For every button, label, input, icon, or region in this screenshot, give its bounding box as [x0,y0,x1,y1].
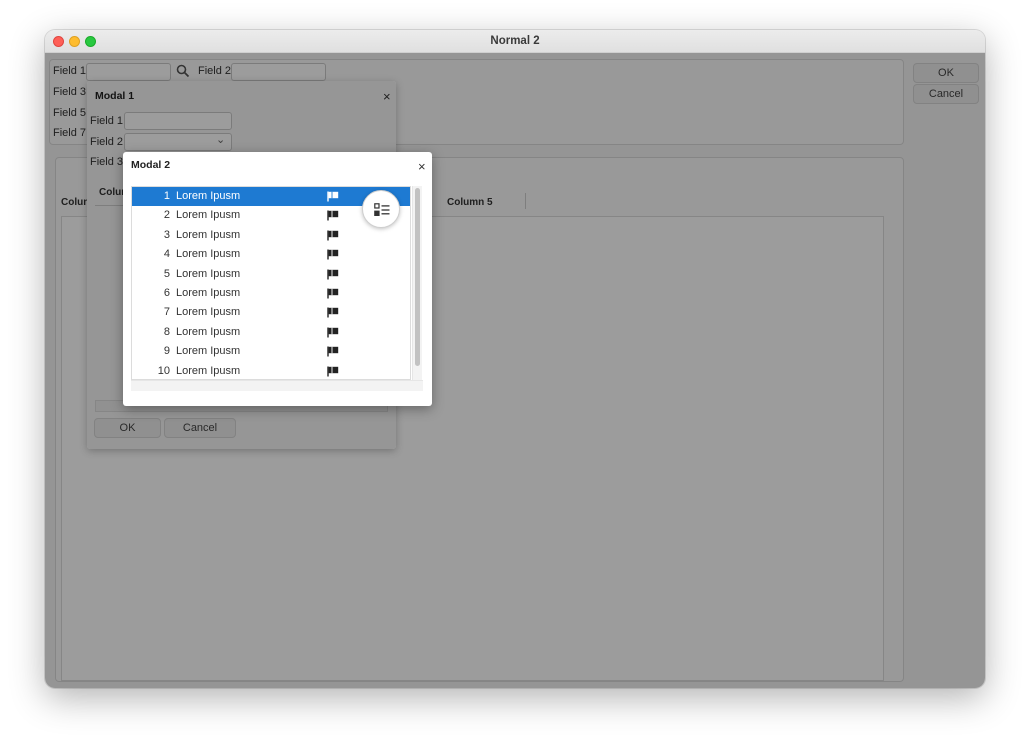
checklist-icon [374,203,390,217]
flag-icon [327,366,339,377]
list-item-text: Lorem Ipusm [176,209,241,222]
modal-2-close-icon[interactable]: × [418,160,426,173]
list-horizontal-scrollbar[interactable] [131,380,423,391]
list-vertical-scrollbar[interactable] [412,186,422,380]
flag-icon [327,327,339,338]
window-title: Normal 2 [490,35,540,47]
flag-icon [327,249,339,260]
list-item[interactable]: 9 Lorem Ipusm [132,342,410,361]
list-item[interactable]: 4 Lorem Ipusm [132,245,410,264]
list-item-number: 8 [163,325,170,338]
flag-icon [327,230,339,241]
modal-2: Modal 2 × 1 Lorem Ipusm 2 Lorem Ipusm 3 Lorem… [123,152,432,406]
list-item-text: Lorem Ipusm [176,228,241,241]
list-item-text: Lorem Ipusm [176,345,241,358]
list-item[interactable]: 7 Lorem Ipusm [132,303,410,322]
list-item-number: 5 [163,267,170,280]
list-item-text: Lorem Ipusm [176,190,241,202]
list-item-text: Lorem Ipusm [176,364,241,377]
flag-icon [327,191,339,202]
checklist-fab-button[interactable] [362,190,400,228]
list-item-text: Lorem Ipusm [176,306,241,319]
list-item[interactable]: 10 Lorem Ipusm [132,362,410,379]
list-item-text: Lorem Ipusm [176,287,241,299]
list-scroll-thumb[interactable] [415,188,420,366]
list-item-number: 10 [157,364,170,377]
list-item-number: 7 [163,306,170,319]
list-item-text: Lorem Ipusm [176,267,241,280]
flag-icon [327,210,339,221]
list-item-number: 4 [163,248,170,261]
flag-icon [327,307,339,318]
list-item[interactable]: 3 Lorem Ipusm [132,226,410,245]
list-item-number: 1 [163,190,170,202]
flag-icon [327,288,339,299]
list-item-text: Lorem Ipusm [176,248,241,261]
flag-icon [327,346,339,357]
list-item[interactable]: 5 Lorem Ipusm [132,265,410,284]
list-item-number: 9 [163,345,170,358]
list-item[interactable]: 6 Lorem Ipusm [132,284,410,303]
list-item-number: 3 [163,228,170,241]
list-item-number: 6 [163,287,170,299]
list-item-text: Lorem Ipusm [176,325,241,338]
list-item-number: 2 [163,209,170,222]
title-bar: Normal 2 [45,30,985,53]
modal-2-title: Modal 2 [131,159,171,171]
flag-icon [327,269,339,280]
list-item[interactable]: 8 Lorem Ipusm [132,323,410,342]
